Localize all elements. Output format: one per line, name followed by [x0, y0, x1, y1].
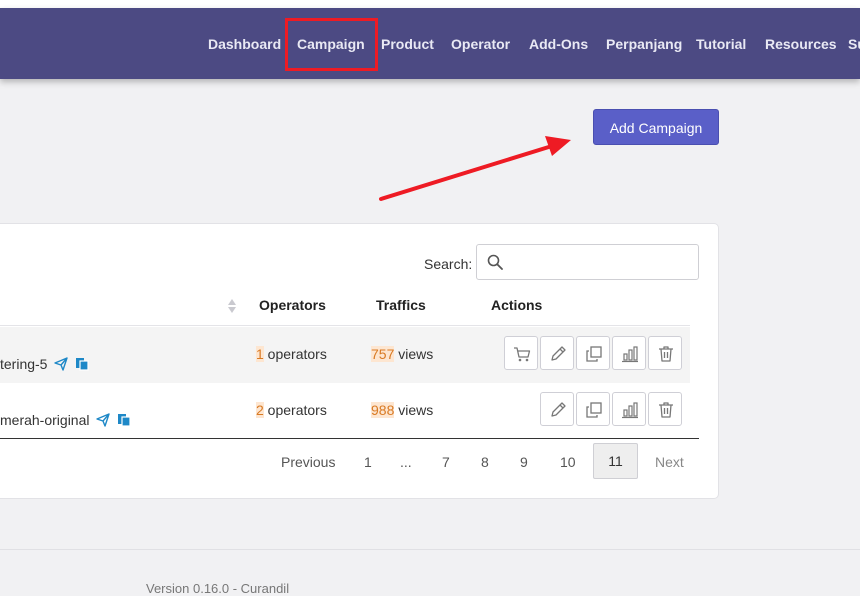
search-icon [487, 254, 503, 270]
pagination-page-9[interactable]: 9 [520, 454, 528, 470]
pencil-icon [551, 346, 566, 361]
stats-button[interactable] [612, 392, 646, 426]
nav-menu: Dashboard Campaign Product Operator Add-… [0, 8, 860, 79]
pagination-previous[interactable]: Previous [281, 454, 335, 470]
edit-button[interactable] [540, 392, 574, 426]
header-traffics[interactable]: Traffics [376, 297, 426, 313]
pagination-page-8[interactable]: 8 [481, 454, 489, 470]
trash-icon [659, 402, 673, 418]
search-label: Search: [424, 256, 473, 272]
pagination-page-10[interactable]: 10 [560, 454, 576, 470]
delete-button[interactable] [648, 336, 682, 370]
pagination-next[interactable]: Next [655, 454, 684, 470]
duplicate-icon [586, 402, 602, 418]
duplicate-icon [586, 346, 602, 362]
delete-button[interactable] [648, 392, 682, 426]
cart-icon [514, 347, 531, 362]
nav-add-ons[interactable]: Add-Ons [529, 8, 588, 79]
pagination-page-current[interactable]: 11 [593, 443, 638, 479]
share-icon[interactable] [96, 413, 111, 427]
copy-icon[interactable] [75, 357, 89, 371]
campaign-name: merah-original [0, 412, 131, 428]
copy-icon[interactable] [117, 413, 131, 427]
chart-icon [622, 346, 638, 363]
nav-perpanjang[interactable]: Perpanjang [606, 8, 682, 79]
duplicate-button[interactable] [576, 336, 610, 370]
trash-icon [659, 346, 673, 362]
nav-dashboard[interactable]: Dashboard [208, 8, 281, 79]
chart-icon [622, 402, 638, 419]
header-actions: Actions [491, 297, 543, 313]
nav-tutorial[interactable]: Tutorial [696, 8, 746, 79]
nav-resources[interactable]: Resources [765, 8, 837, 79]
add-campaign-button[interactable]: Add Campaign [593, 109, 719, 145]
footer-divider [0, 549, 860, 550]
annotation-highlight-box [285, 18, 378, 71]
pagination-page-7[interactable]: 7 [442, 454, 450, 470]
header-divider [0, 325, 690, 326]
share-icon[interactable] [54, 357, 69, 371]
edit-button[interactable] [540, 336, 574, 370]
pencil-icon [551, 402, 566, 417]
duplicate-button[interactable] [576, 392, 610, 426]
product-cart-button[interactable] [504, 336, 538, 370]
traffic-cell: 757 views [371, 346, 434, 362]
operators-cell: 2 operators [256, 402, 327, 418]
footer-version: Version 0.16.0 - Curandil [146, 581, 290, 596]
search-input[interactable] [476, 244, 699, 280]
operators-cell: 1 operators [256, 346, 327, 362]
nav-product[interactable]: Product [381, 8, 434, 79]
pagination-ellipsis: ... [400, 454, 412, 470]
pagination-page-1[interactable]: 1 [364, 454, 372, 470]
nav-more[interactable]: Su [848, 8, 860, 79]
stats-button[interactable] [612, 336, 646, 370]
nav-operator[interactable]: Operator [451, 8, 510, 79]
header-operators[interactable]: Operators [259, 297, 326, 313]
table-bottom-border [0, 438, 699, 439]
traffic-cell: 988 views [371, 402, 434, 418]
sort-icon[interactable] [227, 298, 237, 314]
campaign-name: tering-5 [0, 356, 89, 372]
top-strip [0, 0, 860, 8]
